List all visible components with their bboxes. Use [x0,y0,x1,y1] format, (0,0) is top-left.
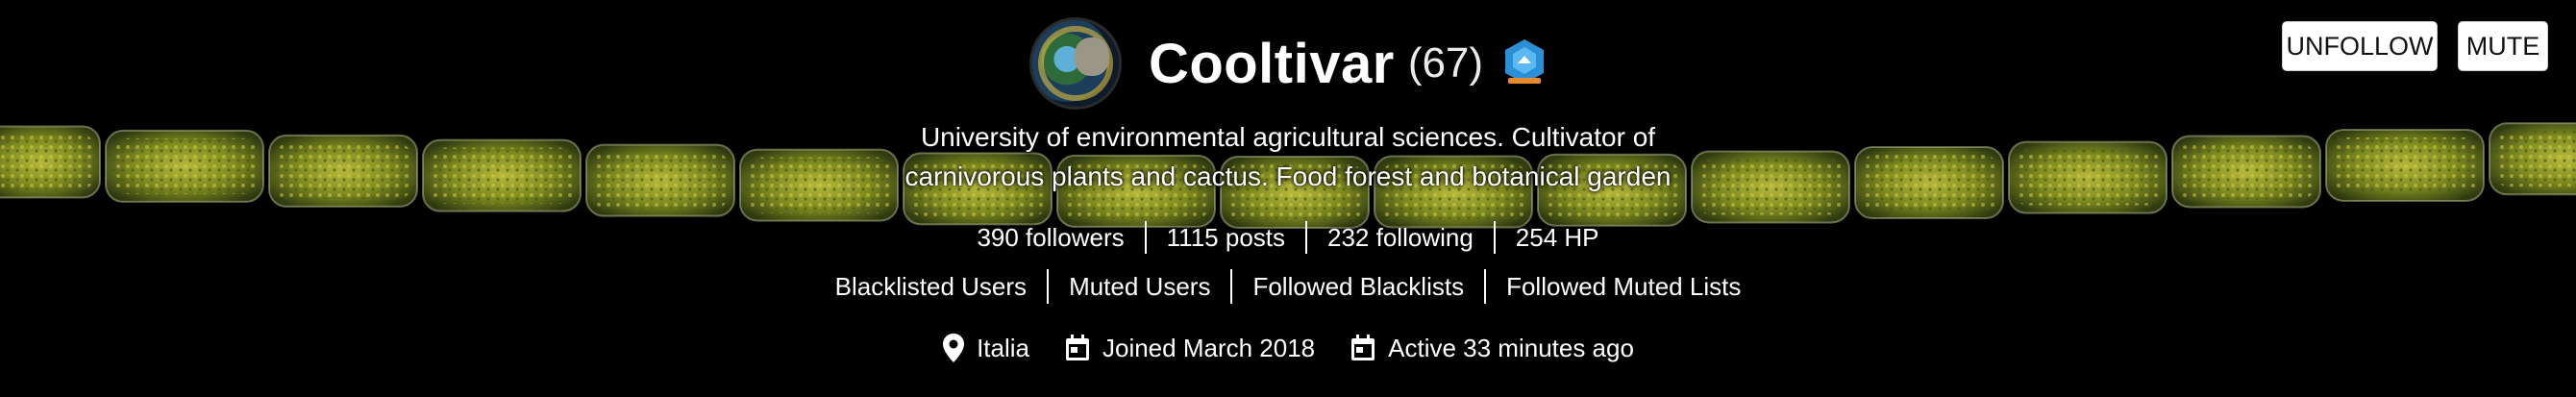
profile-username: Cooltivar [1148,32,1395,95]
followed-muted-lists-link[interactable]: Followed Muted Lists [1486,272,1761,302]
location: Italia [942,333,1029,363]
followers-count[interactable]: 390 followers [956,223,1144,253]
location-pin-icon [943,334,965,362]
algae-cell-texture [1861,155,1997,211]
algae-cell-texture [111,137,258,194]
profile-stats: 390 followers 1115 posts 232 following 2… [0,221,2576,254]
unfollow-button[interactable]: UNFOLLOW [2282,21,2438,71]
location-text: Italia [977,333,1029,362]
algae-cell-texture [0,134,94,190]
algae-cell-texture [2495,131,2576,187]
reputation-score: (67) [1407,39,1484,87]
profile-bio: University of environmental agricultural… [904,122,1672,191]
algae-cell-texture [2332,136,2478,193]
joined-text: Joined March 2018 [1102,333,1316,362]
calendar-icon [1065,335,1089,360]
profile-header: Cooltivar (67) [0,17,2576,110]
calendar-icon [1351,335,1375,360]
avatar[interactable] [1028,17,1122,110]
algae-cell-texture [1697,159,1844,215]
avatar-figure [1074,37,1109,76]
hive-power: 254 HP [1515,222,1599,252]
active-text: Active 33 minutes ago [1388,333,1634,362]
last-active: Active 33 minutes ago [1350,334,1634,363]
algae-cell-texture [275,142,411,199]
blacklisted-users-link[interactable]: Blacklisted Users [815,272,1047,302]
algae-cell-texture [429,147,575,204]
followed-blacklists-link[interactable]: Followed Blacklists [1232,272,1484,302]
joined-date: Joined March 2018 [1064,334,1315,363]
algae-cell-texture [2178,143,2315,200]
profile-meta: Italia Joined March 2018 Active 33 minut… [0,333,2576,363]
following-count[interactable]: 232 following [1307,223,1494,253]
badge-icon[interactable] [1502,37,1547,90]
posts-count[interactable]: 1115 posts [1147,223,1305,253]
muted-users-link[interactable]: Muted Users [1049,272,1230,302]
profile-lists-nav: Blacklisted Users Muted Users Followed B… [0,269,2576,304]
mute-button[interactable]: MUTE [2458,21,2548,71]
algae-cell-texture [2015,149,2161,206]
algae-cell-texture [592,152,729,209]
